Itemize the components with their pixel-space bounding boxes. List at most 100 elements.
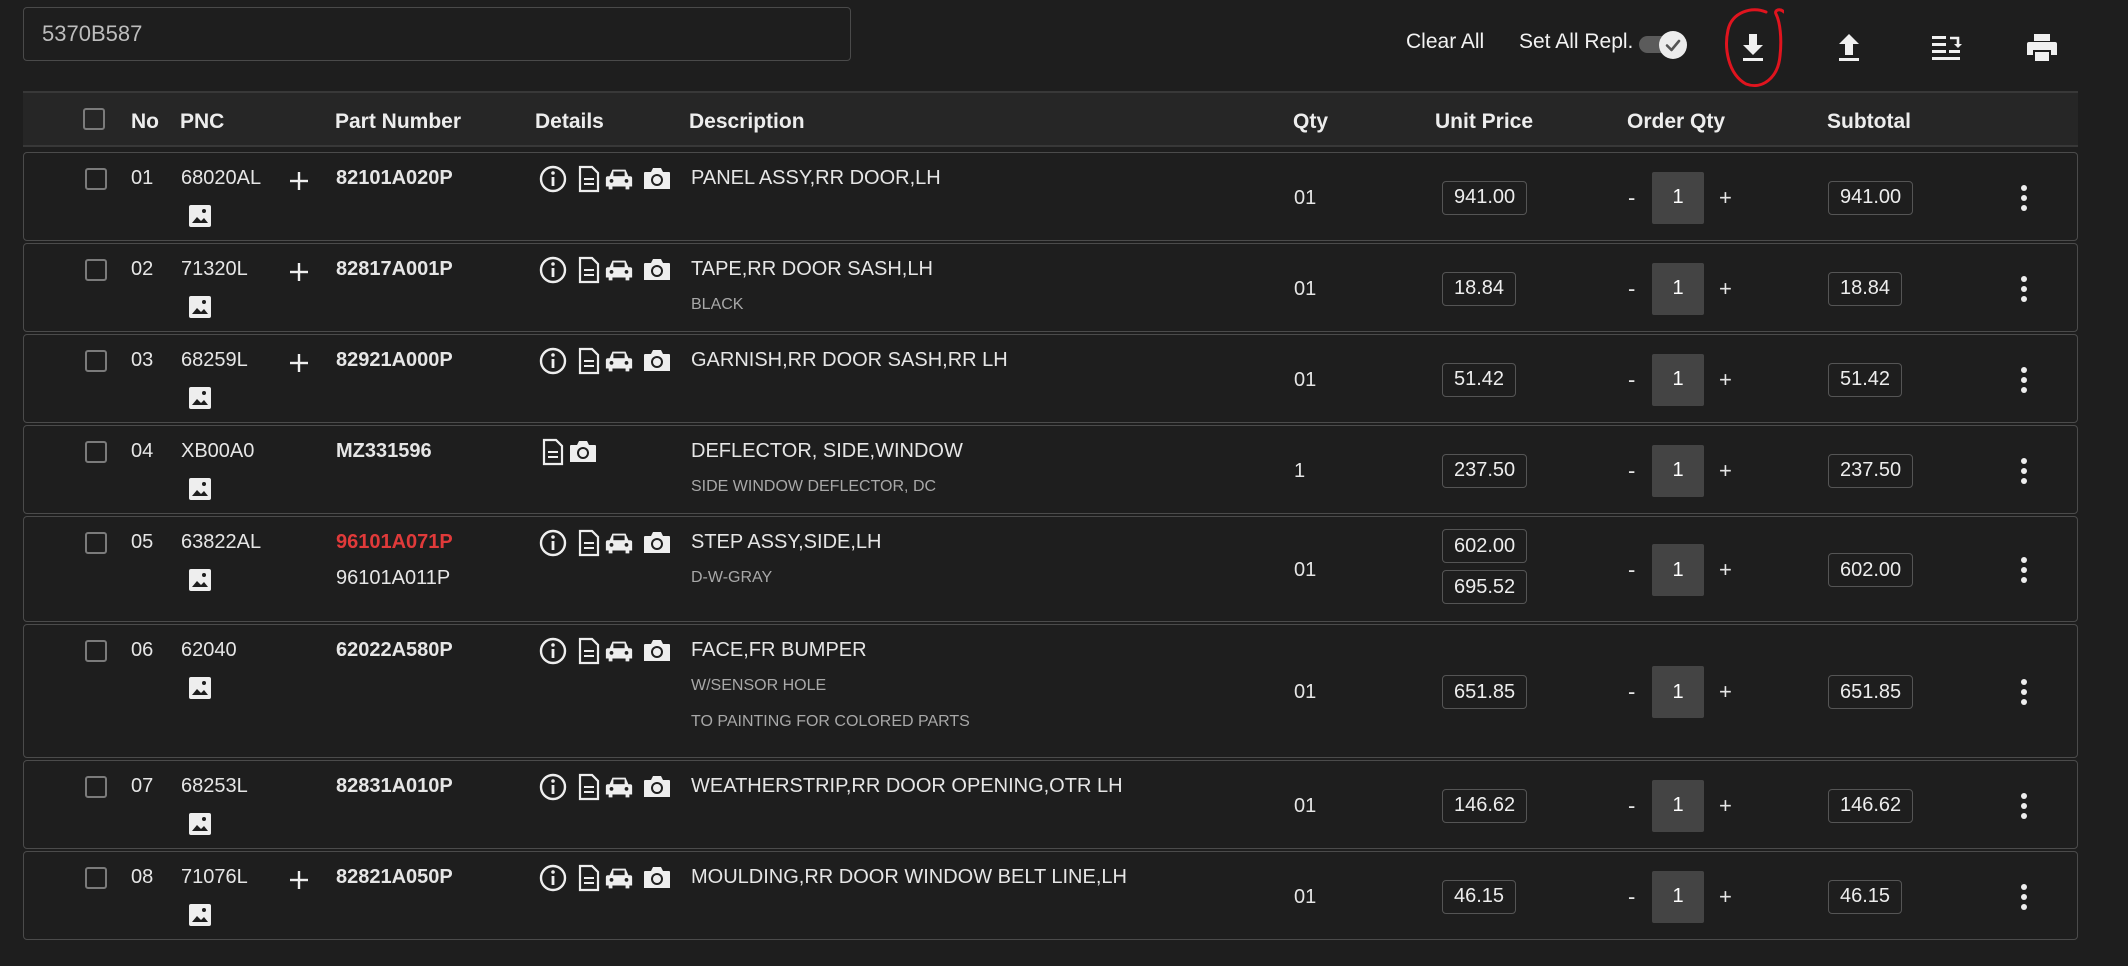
- order-qty-input[interactable]: 1: [1652, 779, 1704, 832]
- alternate-part-number[interactable]: 96101A011P: [336, 567, 450, 590]
- image-icon[interactable]: [185, 900, 215, 930]
- more-options-icon[interactable]: [2019, 679, 2029, 709]
- document-icon[interactable]: [574, 346, 604, 376]
- car-icon[interactable]: [604, 636, 634, 666]
- part-number[interactable]: 82821A050P: [336, 866, 453, 889]
- order-qty-input[interactable]: 1: [1652, 171, 1704, 224]
- camera-icon[interactable]: [642, 164, 672, 194]
- document-icon[interactable]: [574, 772, 604, 802]
- increment-button[interactable]: +: [1719, 679, 1732, 705]
- decrement-button[interactable]: -: [1628, 679, 1635, 705]
- increment-button[interactable]: +: [1719, 793, 1732, 819]
- car-icon[interactable]: [604, 863, 634, 893]
- unit-price: 18.84: [1442, 271, 1517, 306]
- decrement-button[interactable]: -: [1628, 884, 1635, 910]
- info-icon[interactable]: [538, 772, 568, 802]
- image-icon[interactable]: [185, 201, 215, 231]
- select-all-checkbox[interactable]: [83, 108, 105, 130]
- add-icon[interactable]: [284, 257, 314, 287]
- car-icon[interactable]: [604, 772, 634, 802]
- decrement-button[interactable]: -: [1628, 276, 1635, 302]
- part-number[interactable]: 96101A071P: [336, 531, 453, 554]
- image-icon[interactable]: [185, 673, 215, 703]
- row-checkbox[interactable]: [85, 259, 107, 281]
- increment-button[interactable]: +: [1719, 557, 1732, 583]
- order-qty-input[interactable]: 1: [1652, 870, 1704, 923]
- description: WEATHERSTRIP,RR DOOR OPENING,OTR LH: [691, 775, 1123, 797]
- decrement-button[interactable]: -: [1628, 185, 1635, 211]
- decrement-button[interactable]: -: [1628, 367, 1635, 393]
- clear-all-button[interactable]: Clear All: [1406, 30, 1484, 54]
- row-checkbox[interactable]: [85, 532, 107, 554]
- image-icon[interactable]: [185, 474, 215, 504]
- more-options-icon[interactable]: [2019, 557, 2029, 587]
- more-options-icon[interactable]: [2019, 883, 2029, 914]
- document-icon[interactable]: [538, 437, 568, 467]
- row-checkbox[interactable]: [85, 640, 107, 662]
- car-icon[interactable]: [604, 346, 634, 376]
- part-number[interactable]: 82831A010P: [336, 775, 453, 798]
- order-qty-input[interactable]: 1: [1652, 262, 1704, 315]
- increment-button[interactable]: +: [1719, 458, 1732, 484]
- row-checkbox[interactable]: [85, 776, 107, 798]
- decrement-button[interactable]: -: [1628, 793, 1635, 819]
- more-options-icon[interactable]: [2019, 275, 2029, 306]
- car-icon[interactable]: [604, 255, 634, 285]
- order-qty-input[interactable]: 1: [1652, 544, 1704, 596]
- camera-icon[interactable]: [568, 437, 598, 467]
- order-qty-input[interactable]: 1: [1652, 353, 1704, 406]
- set-all-repl-toggle[interactable]: [1639, 31, 1691, 59]
- document-icon[interactable]: [574, 528, 604, 558]
- print-icon[interactable]: [2020, 25, 2064, 69]
- camera-icon[interactable]: [642, 255, 672, 285]
- part-number[interactable]: 82101A020P: [336, 167, 453, 190]
- document-icon[interactable]: [574, 636, 604, 666]
- replace-list-icon[interactable]: [1924, 25, 1968, 69]
- upload-icon[interactable]: [1827, 25, 1871, 69]
- row-checkbox[interactable]: [85, 350, 107, 372]
- image-icon[interactable]: [185, 565, 215, 595]
- more-options-icon[interactable]: [2019, 184, 2029, 215]
- image-icon[interactable]: [185, 383, 215, 413]
- camera-icon[interactable]: [642, 772, 672, 802]
- document-icon[interactable]: [574, 164, 604, 194]
- camera-icon[interactable]: [642, 636, 672, 666]
- search-input[interactable]: 5370B587: [23, 7, 851, 61]
- order-qty-input[interactable]: 1: [1652, 666, 1704, 718]
- row-checkbox[interactable]: [85, 168, 107, 190]
- add-icon[interactable]: [284, 865, 314, 895]
- image-icon[interactable]: [185, 292, 215, 322]
- decrement-button[interactable]: -: [1628, 557, 1635, 583]
- document-icon[interactable]: [574, 255, 604, 285]
- more-options-icon[interactable]: [2019, 792, 2029, 823]
- increment-button[interactable]: +: [1719, 276, 1732, 302]
- info-icon[interactable]: [538, 636, 568, 666]
- part-number[interactable]: 82817A001P: [336, 258, 453, 281]
- info-icon[interactable]: [538, 863, 568, 893]
- row-checkbox[interactable]: [85, 867, 107, 889]
- image-icon[interactable]: [185, 809, 215, 839]
- add-icon[interactable]: [284, 166, 314, 196]
- info-icon[interactable]: [538, 528, 568, 558]
- more-options-icon[interactable]: [2019, 366, 2029, 397]
- decrement-button[interactable]: -: [1628, 458, 1635, 484]
- car-icon[interactable]: [604, 528, 634, 558]
- info-icon[interactable]: [538, 164, 568, 194]
- document-icon[interactable]: [574, 863, 604, 893]
- order-qty-input[interactable]: 1: [1652, 444, 1704, 497]
- car-icon[interactable]: [604, 164, 634, 194]
- camera-icon[interactable]: [642, 346, 672, 376]
- increment-button[interactable]: +: [1719, 884, 1732, 910]
- increment-button[interactable]: +: [1719, 367, 1732, 393]
- add-icon[interactable]: [284, 348, 314, 378]
- part-number[interactable]: MZ331596: [336, 440, 432, 463]
- camera-icon[interactable]: [642, 528, 672, 558]
- row-checkbox[interactable]: [85, 441, 107, 463]
- info-icon[interactable]: [538, 255, 568, 285]
- camera-icon[interactable]: [642, 863, 672, 893]
- increment-button[interactable]: +: [1719, 185, 1732, 211]
- info-icon[interactable]: [538, 346, 568, 376]
- part-number[interactable]: 82921A000P: [336, 349, 453, 372]
- more-options-icon[interactable]: [2019, 457, 2029, 488]
- part-number[interactable]: 62022A580P: [336, 639, 453, 662]
